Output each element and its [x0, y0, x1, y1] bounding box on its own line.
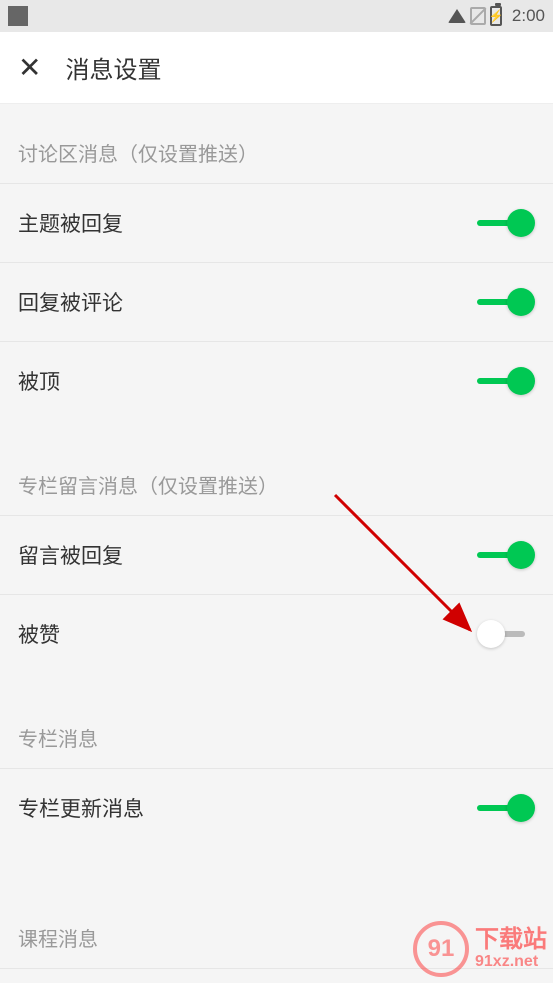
row-reply-commented: 回复被评论: [0, 263, 553, 342]
switch-topic-replied[interactable]: [477, 209, 535, 237]
section-header-column: 专栏消息: [0, 689, 553, 769]
row-label: 主题被回复: [18, 208, 123, 238]
row-column-update: 专栏更新消息: [0, 769, 553, 863]
row-label: 回复被评论: [18, 287, 123, 317]
section-header-column-comment: 专栏留言消息（仅设置推送）: [0, 436, 553, 516]
row-label: 被赞: [18, 619, 60, 649]
row-comment-replied: 留言被回复: [0, 516, 553, 595]
switch-liked[interactable]: [477, 620, 535, 648]
row-label: 被顶: [18, 366, 60, 396]
row-bumped: 被顶: [0, 342, 553, 436]
switch-column-update[interactable]: [477, 794, 535, 822]
row-liked: 被赞: [0, 595, 553, 689]
switch-bumped[interactable]: [477, 367, 535, 395]
row-topic-replied: 主题被回复: [0, 184, 553, 263]
page-title: 消息设置: [65, 50, 161, 85]
close-button[interactable]: ✕: [18, 51, 41, 84]
wifi-icon: [448, 9, 466, 23]
status-time: 2:00: [512, 6, 545, 26]
section-header-course: 课程消息: [0, 863, 553, 969]
section-header-discussion: 讨论区消息（仅设置推送）: [0, 104, 553, 184]
status-bar: ⚡ 2:00: [0, 0, 553, 32]
row-label: 留言被回复: [18, 540, 123, 570]
row-label: 专栏更新消息: [18, 793, 144, 823]
switch-reply-commented[interactable]: [477, 288, 535, 316]
no-sim-icon: [470, 7, 486, 25]
app-header: ✕ 消息设置: [0, 32, 553, 104]
app-indicator-icon: [8, 6, 28, 26]
switch-comment-replied[interactable]: [477, 541, 535, 569]
battery-charging-icon: ⚡: [490, 6, 502, 26]
